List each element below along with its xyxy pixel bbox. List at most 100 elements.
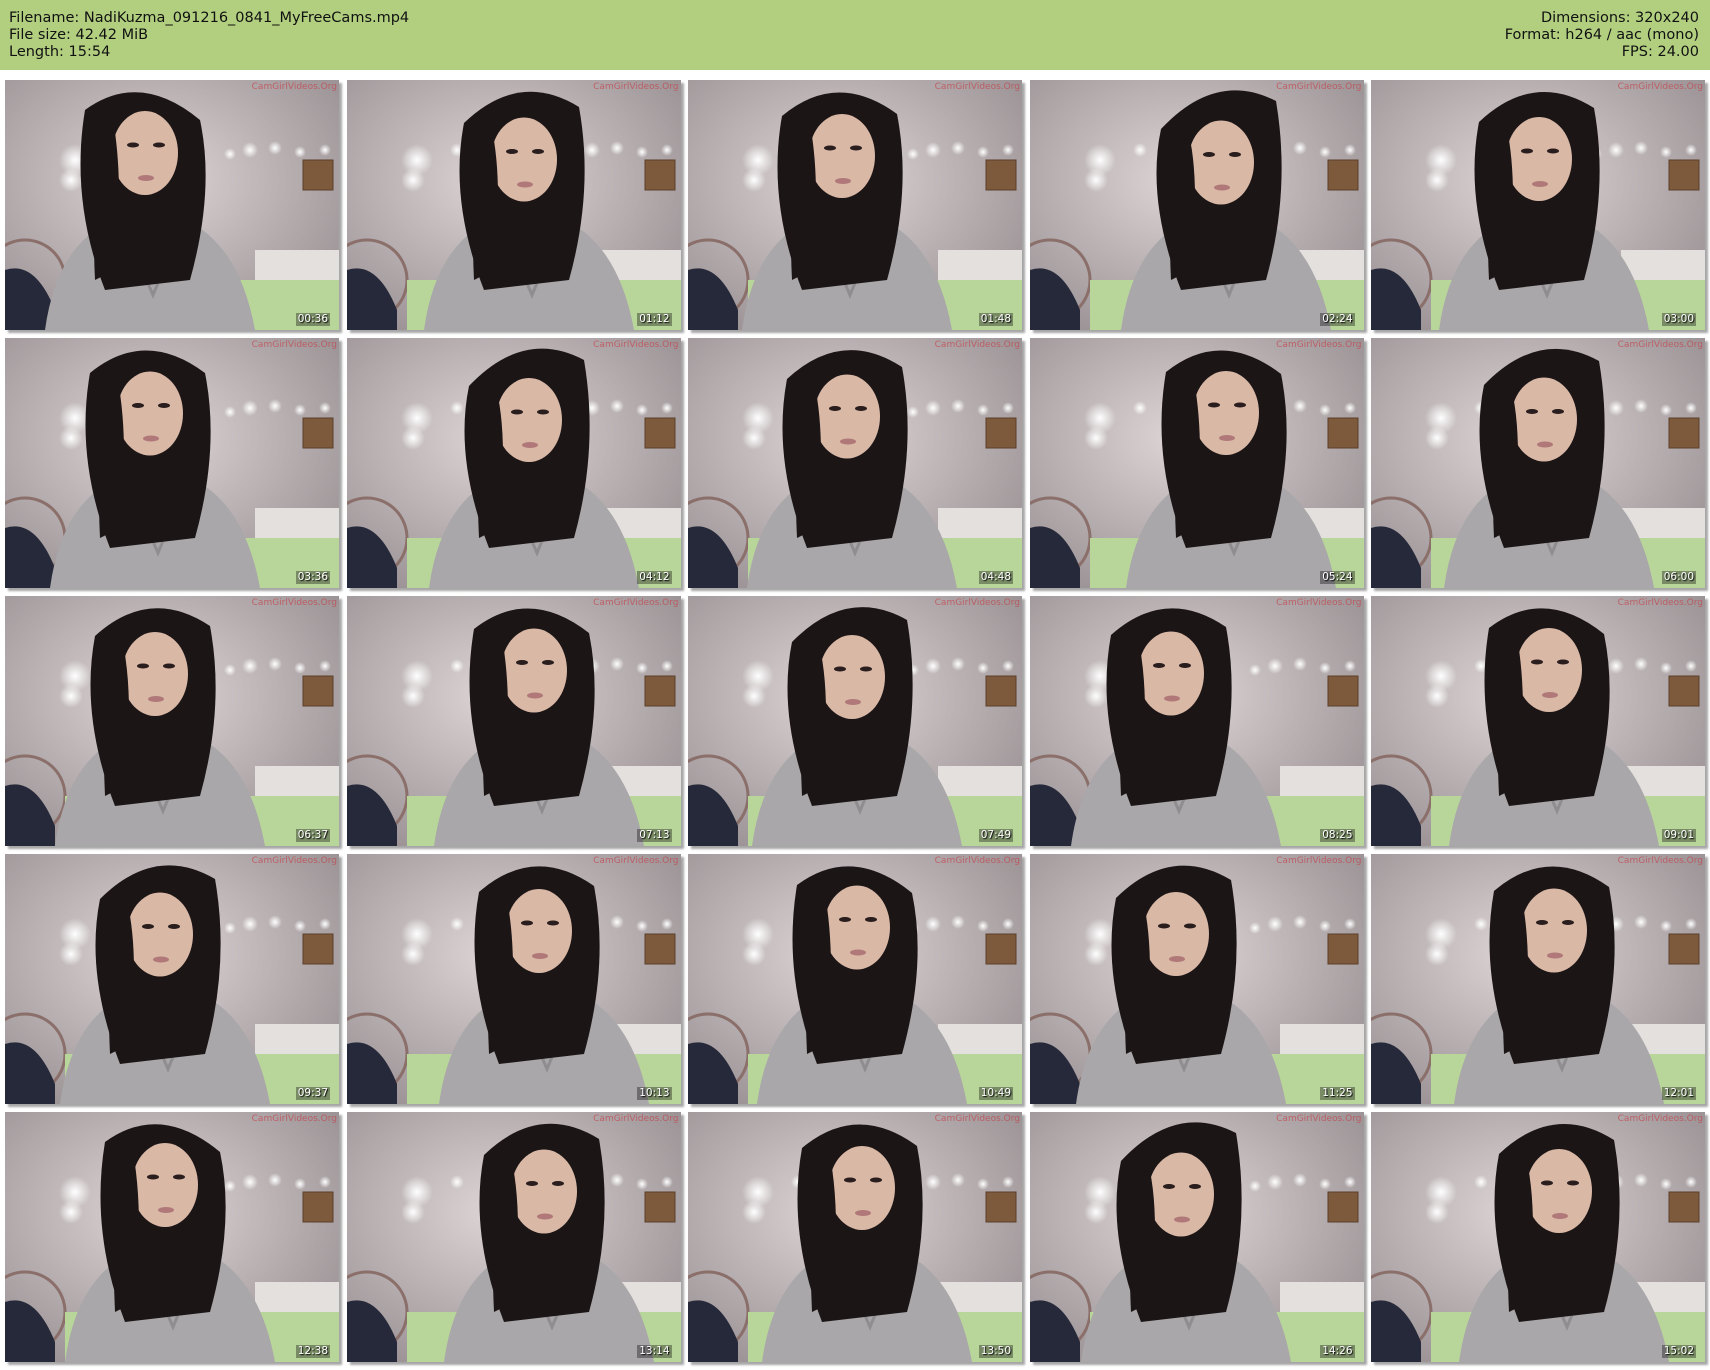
webcam-scene-image — [1029, 1112, 1364, 1362]
timestamp-label: 05:24 — [1320, 571, 1355, 584]
video-frame-thumbnail: CamGirlVideos.Org 03:00 — [1371, 80, 1705, 330]
webcam-scene-image — [346, 1112, 681, 1362]
video-frame-thumbnail: CamGirlVideos.Org 01:12 — [346, 80, 681, 330]
watermark-text: CamGirlVideos.Org — [934, 1114, 1020, 1124]
watermark-text: CamGirlVideos.Org — [1617, 598, 1703, 608]
length-text: Length: 15:54 — [9, 44, 111, 60]
timestamp-label: 04:48 — [978, 571, 1013, 584]
webcam-scene-image — [5, 338, 339, 588]
watermark-text: CamGirlVideos.Org — [251, 340, 337, 350]
file-info-right: Dimensions: 320x240 Format: h264 / aac (… — [1505, 10, 1699, 61]
video-frame-thumbnail: CamGirlVideos.Org 13:14 — [346, 1112, 681, 1362]
video-frame-thumbnail: CamGirlVideos.Org 12:38 — [5, 1112, 339, 1362]
timestamp-label: 13:50 — [978, 1345, 1013, 1358]
video-frame-thumbnail: CamGirlVideos.Org 03:36 — [5, 338, 339, 588]
video-frame-thumbnail: CamGirlVideos.Org 05:24 — [1029, 338, 1364, 588]
webcam-scene-image — [346, 80, 681, 330]
timestamp-label: 15:02 — [1661, 1345, 1696, 1358]
timestamp-label: 10:49 — [978, 1087, 1013, 1100]
video-frame-thumbnail: CamGirlVideos.Org 15:02 — [1371, 1112, 1705, 1362]
video-frame-thumbnail: CamGirlVideos.Org 10:49 — [688, 854, 1022, 1104]
timestamp-label: 12:01 — [1661, 1087, 1696, 1100]
webcam-scene-image — [1371, 80, 1705, 330]
video-frame-thumbnail: CamGirlVideos.Org 07:49 — [688, 596, 1022, 846]
video-frame-thumbnail: CamGirlVideos.Org 10:13 — [346, 854, 681, 1104]
video-frame-thumbnail: CamGirlVideos.Org 04:12 — [346, 338, 681, 588]
webcam-scene-image — [1371, 854, 1705, 1104]
timestamp-label: 07:13 — [637, 829, 672, 842]
timestamp-label: 10:13 — [637, 1087, 672, 1100]
webcam-scene-image — [1029, 596, 1364, 846]
timestamp-label: 03:36 — [295, 571, 330, 584]
filesize-text: File size: 42.42 MiB — [9, 27, 149, 43]
timestamp-label: 01:48 — [978, 313, 1013, 326]
format-text: Format: h264 / aac (mono) — [1504, 27, 1699, 43]
timestamp-label: 00:36 — [295, 313, 330, 326]
webcam-scene-image — [1371, 1112, 1705, 1362]
dimensions-text: Dimensions: 320x240 — [1540, 10, 1699, 26]
timestamp-label: 01:12 — [637, 313, 672, 326]
watermark-text: CamGirlVideos.Org — [593, 1114, 679, 1124]
watermark-text: CamGirlVideos.Org — [593, 82, 679, 92]
video-frame-thumbnail: CamGirlVideos.Org 07:13 — [346, 596, 681, 846]
fps-text: FPS: 24.00 — [1621, 44, 1699, 60]
video-frame-thumbnail: CamGirlVideos.Org 09:37 — [5, 854, 339, 1104]
timestamp-label: 11:25 — [1320, 1087, 1355, 1100]
watermark-text: CamGirlVideos.Org — [1617, 856, 1703, 866]
webcam-scene-image — [688, 854, 1022, 1104]
watermark-text: CamGirlVideos.Org — [1276, 598, 1362, 608]
timestamp-label: 13:14 — [637, 1345, 672, 1358]
webcam-scene-image — [346, 854, 681, 1104]
video-frame-thumbnail: CamGirlVideos.Org 01:48 — [688, 80, 1022, 330]
timestamp-label: 07:49 — [978, 829, 1013, 842]
timestamp-label: 02:24 — [1320, 313, 1355, 326]
video-frame-thumbnail: CamGirlVideos.Org 08:25 — [1029, 596, 1364, 846]
webcam-scene-image — [688, 338, 1022, 588]
watermark-text: CamGirlVideos.Org — [934, 82, 1020, 92]
webcam-scene-image — [5, 854, 339, 1104]
timestamp-label: 12:38 — [295, 1345, 330, 1358]
watermark-text: CamGirlVideos.Org — [251, 856, 337, 866]
video-frame-thumbnail: CamGirlVideos.Org 09:01 — [1371, 596, 1705, 846]
webcam-scene-image — [1029, 854, 1364, 1104]
video-frame-thumbnail: CamGirlVideos.Org 06:00 — [1371, 338, 1705, 588]
video-frame-thumbnail: CamGirlVideos.Org 14:26 — [1029, 1112, 1364, 1362]
watermark-text: CamGirlVideos.Org — [934, 598, 1020, 608]
video-frame-thumbnail: CamGirlVideos.Org 11:25 — [1029, 854, 1364, 1104]
watermark-text: CamGirlVideos.Org — [251, 598, 337, 608]
webcam-scene-image — [5, 80, 339, 330]
webcam-scene-image — [688, 80, 1022, 330]
timestamp-label: 03:00 — [1661, 313, 1696, 326]
file-info-left: Filename: NadiKuzma_091216_0841_MyFreeCa… — [9, 10, 409, 61]
webcam-scene-image — [5, 596, 339, 846]
watermark-text: CamGirlVideos.Org — [1276, 1114, 1362, 1124]
watermark-text: CamGirlVideos.Org — [251, 82, 337, 92]
watermark-text: CamGirlVideos.Org — [593, 856, 679, 866]
watermark-text: CamGirlVideos.Org — [1276, 856, 1362, 866]
webcam-scene-image — [346, 596, 681, 846]
video-frame-thumbnail: CamGirlVideos.Org 00:36 — [5, 80, 339, 330]
watermark-text: CamGirlVideos.Org — [593, 598, 679, 608]
webcam-scene-image — [1029, 338, 1364, 588]
timestamp-label: 14:26 — [1320, 1345, 1355, 1358]
timestamp-label: 06:37 — [295, 829, 330, 842]
watermark-text: CamGirlVideos.Org — [934, 856, 1020, 866]
video-frame-thumbnail: CamGirlVideos.Org 02:24 — [1029, 80, 1364, 330]
timestamp-label: 08:25 — [1320, 829, 1355, 842]
webcam-scene-image — [1371, 338, 1705, 588]
timestamp-label: 06:00 — [1661, 571, 1696, 584]
video-frame-thumbnail: CamGirlVideos.Org 13:50 — [688, 1112, 1022, 1362]
watermark-text: CamGirlVideos.Org — [593, 340, 679, 350]
webcam-scene-image — [688, 596, 1022, 846]
video-frame-thumbnail: CamGirlVideos.Org 06:37 — [5, 596, 339, 846]
webcam-scene-image — [5, 1112, 339, 1362]
watermark-text: CamGirlVideos.Org — [251, 1114, 337, 1124]
watermark-text: CamGirlVideos.Org — [1617, 1114, 1703, 1124]
video-frame-thumbnail: CamGirlVideos.Org 12:01 — [1371, 854, 1705, 1104]
filename-text: Filename: NadiKuzma_091216_0841_MyFreeCa… — [9, 10, 410, 26]
timestamp-label: 09:37 — [295, 1087, 330, 1100]
webcam-scene-image — [1371, 596, 1705, 846]
webcam-scene-image — [346, 338, 681, 588]
video-frame-thumbnail: CamGirlVideos.Org 04:48 — [688, 338, 1022, 588]
watermark-text: CamGirlVideos.Org — [1617, 340, 1703, 350]
